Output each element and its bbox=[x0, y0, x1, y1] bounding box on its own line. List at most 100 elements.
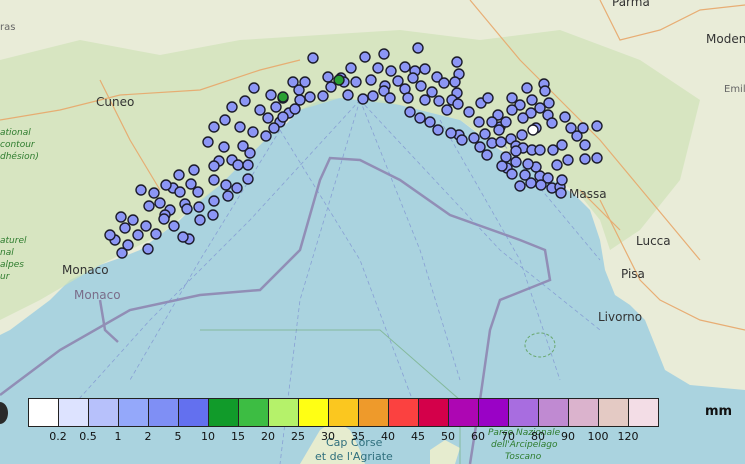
station-marker[interactable] bbox=[248, 82, 260, 94]
station-marker[interactable] bbox=[350, 76, 362, 88]
station-marker[interactable] bbox=[426, 86, 438, 98]
station-marker[interactable] bbox=[127, 214, 139, 226]
station-marker[interactable] bbox=[154, 197, 166, 209]
station-marker[interactable] bbox=[244, 147, 256, 159]
station-marker[interactable] bbox=[516, 129, 528, 141]
rainfall-map[interactable] bbox=[0, 0, 745, 464]
station-marker[interactable] bbox=[372, 62, 384, 74]
station-marker[interactable] bbox=[202, 136, 214, 148]
station-marker[interactable] bbox=[539, 85, 551, 97]
station-marker[interactable] bbox=[579, 139, 591, 151]
station-marker[interactable] bbox=[132, 229, 144, 241]
station-marker[interactable] bbox=[534, 102, 546, 114]
station-marker[interactable] bbox=[173, 169, 185, 181]
station-marker[interactable] bbox=[142, 243, 154, 255]
station-marker[interactable] bbox=[514, 180, 526, 192]
station-marker[interactable] bbox=[333, 74, 345, 86]
station-marker[interactable] bbox=[140, 220, 152, 232]
station-marker[interactable] bbox=[160, 179, 172, 191]
station-marker[interactable] bbox=[534, 144, 546, 156]
station-marker[interactable] bbox=[185, 178, 197, 190]
station-marker[interactable] bbox=[591, 120, 603, 132]
station-marker[interactable] bbox=[451, 56, 463, 68]
station-marker[interactable] bbox=[177, 231, 189, 243]
station-marker[interactable] bbox=[506, 168, 518, 180]
station-marker[interactable] bbox=[452, 98, 464, 110]
station-marker[interactable] bbox=[365, 74, 377, 86]
station-marker[interactable] bbox=[135, 184, 147, 196]
station-marker[interactable] bbox=[357, 93, 369, 105]
station-marker[interactable] bbox=[525, 177, 537, 189]
station-marker[interactable] bbox=[226, 101, 238, 113]
station-marker[interactable] bbox=[493, 124, 505, 136]
station-marker[interactable] bbox=[208, 121, 220, 133]
station-marker[interactable] bbox=[562, 154, 574, 166]
station-marker[interactable] bbox=[500, 116, 512, 128]
station-marker[interactable] bbox=[547, 144, 559, 156]
station-marker[interactable] bbox=[414, 112, 426, 124]
station-marker[interactable] bbox=[150, 228, 162, 240]
station-marker[interactable] bbox=[304, 91, 316, 103]
station-marker[interactable] bbox=[412, 42, 424, 54]
station-marker[interactable] bbox=[188, 164, 200, 176]
station-marker[interactable] bbox=[506, 92, 518, 104]
station-marker[interactable] bbox=[591, 152, 603, 164]
station-marker[interactable] bbox=[116, 247, 128, 259]
station-marker[interactable] bbox=[207, 209, 219, 221]
station-marker[interactable] bbox=[219, 114, 231, 126]
station-marker[interactable] bbox=[277, 91, 289, 103]
station-marker[interactable] bbox=[517, 112, 529, 124]
station-marker[interactable] bbox=[193, 201, 205, 213]
station-marker[interactable] bbox=[441, 104, 453, 116]
station-marker[interactable] bbox=[254, 104, 266, 116]
station-marker[interactable] bbox=[424, 116, 436, 128]
station-marker[interactable] bbox=[419, 63, 431, 75]
station-marker[interactable] bbox=[479, 128, 491, 140]
station-marker[interactable] bbox=[402, 92, 414, 104]
station-marker[interactable] bbox=[521, 82, 533, 94]
station-marker[interactable] bbox=[407, 72, 419, 84]
station-marker[interactable] bbox=[262, 112, 274, 124]
station-marker[interactable] bbox=[526, 94, 538, 106]
station-marker[interactable] bbox=[399, 61, 411, 73]
station-marker[interactable] bbox=[359, 51, 371, 63]
station-marker[interactable] bbox=[378, 48, 390, 60]
station-marker[interactable] bbox=[220, 179, 232, 191]
station-marker[interactable] bbox=[143, 200, 155, 212]
station-marker[interactable] bbox=[268, 122, 280, 134]
station-marker[interactable] bbox=[384, 92, 396, 104]
station-marker[interactable] bbox=[260, 130, 272, 142]
station-marker[interactable] bbox=[506, 104, 518, 116]
station-marker[interactable] bbox=[317, 90, 329, 102]
station-marker[interactable] bbox=[559, 111, 571, 123]
station-marker[interactable] bbox=[287, 76, 299, 88]
station-marker[interactable] bbox=[468, 132, 480, 144]
station-marker[interactable] bbox=[208, 160, 220, 172]
station-marker[interactable] bbox=[527, 124, 539, 136]
station-marker[interactable] bbox=[473, 116, 485, 128]
station-marker[interactable] bbox=[577, 122, 589, 134]
station-marker[interactable] bbox=[367, 90, 379, 102]
station-marker[interactable] bbox=[555, 187, 567, 199]
station-marker[interactable] bbox=[438, 77, 450, 89]
station-marker[interactable] bbox=[433, 95, 445, 107]
station-marker[interactable] bbox=[277, 111, 289, 123]
station-marker[interactable] bbox=[579, 153, 591, 165]
station-marker[interactable] bbox=[208, 174, 220, 186]
station-marker[interactable] bbox=[270, 101, 282, 113]
station-marker[interactable] bbox=[194, 214, 206, 226]
station-marker[interactable] bbox=[115, 211, 127, 223]
station-marker[interactable] bbox=[192, 186, 204, 198]
station-marker[interactable] bbox=[265, 89, 277, 101]
station-marker[interactable] bbox=[242, 173, 254, 185]
station-marker[interactable] bbox=[345, 62, 357, 74]
station-marker[interactable] bbox=[474, 141, 486, 153]
station-marker[interactable] bbox=[208, 195, 220, 207]
station-marker[interactable] bbox=[482, 92, 494, 104]
station-marker[interactable] bbox=[231, 182, 243, 194]
station-marker[interactable] bbox=[148, 187, 160, 199]
station-marker[interactable] bbox=[234, 121, 246, 133]
station-marker[interactable] bbox=[415, 80, 427, 92]
station-marker[interactable] bbox=[119, 222, 131, 234]
station-marker[interactable] bbox=[325, 81, 337, 93]
